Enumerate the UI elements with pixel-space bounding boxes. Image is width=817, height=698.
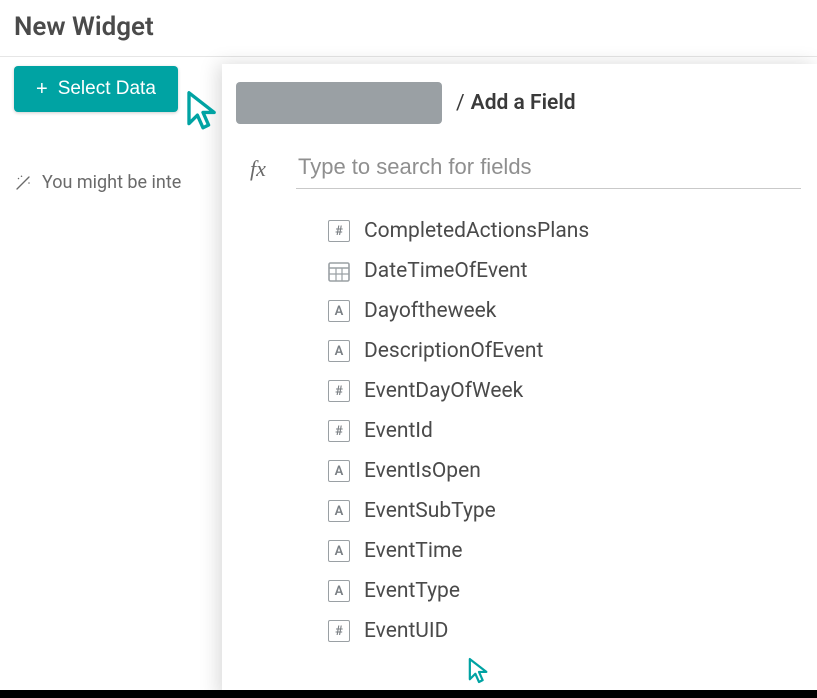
field-search-input[interactable]: [296, 148, 801, 189]
field-item[interactable]: # EventDayOfWeek: [322, 371, 801, 411]
field-item[interactable]: # EventUID: [322, 611, 801, 651]
field-list: # CompletedActionsPlans DateTimeOfEvent A Da…: [222, 193, 817, 651]
field-name: DateTimeOfEvent: [364, 259, 527, 283]
search-row: fx: [222, 138, 817, 193]
field-picker-panel: /Add a Field fx # CompletedActionsPlans Da…: [222, 64, 817, 698]
formula-icon[interactable]: fx: [250, 156, 278, 182]
field-name: EventType: [364, 579, 460, 603]
field-name: EventDayOfWeek: [364, 379, 523, 403]
number-type-icon: #: [328, 220, 350, 242]
select-data-button[interactable]: + Select Data: [14, 66, 178, 112]
field-name: EventSubType: [364, 499, 496, 523]
field-item[interactable]: A EventTime: [322, 531, 801, 571]
select-data-label: Select Data: [58, 78, 156, 100]
text-type-icon: A: [328, 540, 350, 562]
bottom-bar: [0, 690, 817, 698]
field-name: DescriptionOfEvent: [364, 339, 543, 363]
page-title: New Widget: [0, 0, 817, 50]
field-item[interactable]: A DescriptionOfEvent: [322, 331, 801, 371]
field-name: EventIsOpen: [364, 459, 481, 483]
breadcrumb-separator: /: [456, 91, 465, 115]
wand-icon: [14, 174, 32, 192]
panel-header: /Add a Field: [222, 74, 817, 138]
text-type-icon: A: [328, 340, 350, 362]
field-name: EventTime: [364, 539, 463, 563]
plus-icon: +: [36, 79, 48, 99]
field-item[interactable]: A EventType: [322, 571, 801, 611]
field-item[interactable]: A EventSubType: [322, 491, 801, 531]
number-type-icon: #: [328, 420, 350, 442]
field-name: EventId: [364, 419, 433, 443]
text-type-icon: A: [328, 460, 350, 482]
field-name: Dayoftheweek: [364, 299, 496, 323]
text-type-icon: A: [328, 500, 350, 522]
data-source-pill[interactable]: [236, 82, 442, 124]
number-type-icon: #: [328, 380, 350, 402]
field-item[interactable]: DateTimeOfEvent: [322, 251, 801, 291]
breadcrumb: /Add a Field: [456, 91, 576, 115]
field-name: CompletedActionsPlans: [364, 219, 589, 243]
field-item[interactable]: # EventId: [322, 411, 801, 451]
breadcrumb-label: Add a Field: [471, 91, 576, 115]
number-type-icon: #: [328, 620, 350, 642]
text-type-icon: A: [328, 300, 350, 322]
left-panel: + Select Data You might be inte: [0, 56, 222, 203]
text-type-icon: A: [328, 580, 350, 602]
field-item[interactable]: A Dayoftheweek: [322, 291, 801, 331]
suggestion-text: You might be inte: [42, 172, 181, 193]
field-item[interactable]: A EventIsOpen: [322, 451, 801, 491]
field-name: EventUID: [364, 619, 448, 643]
suggestion-row: You might be inte: [14, 172, 208, 193]
datetime-type-icon: [328, 260, 350, 282]
field-item[interactable]: # CompletedActionsPlans: [322, 211, 801, 251]
